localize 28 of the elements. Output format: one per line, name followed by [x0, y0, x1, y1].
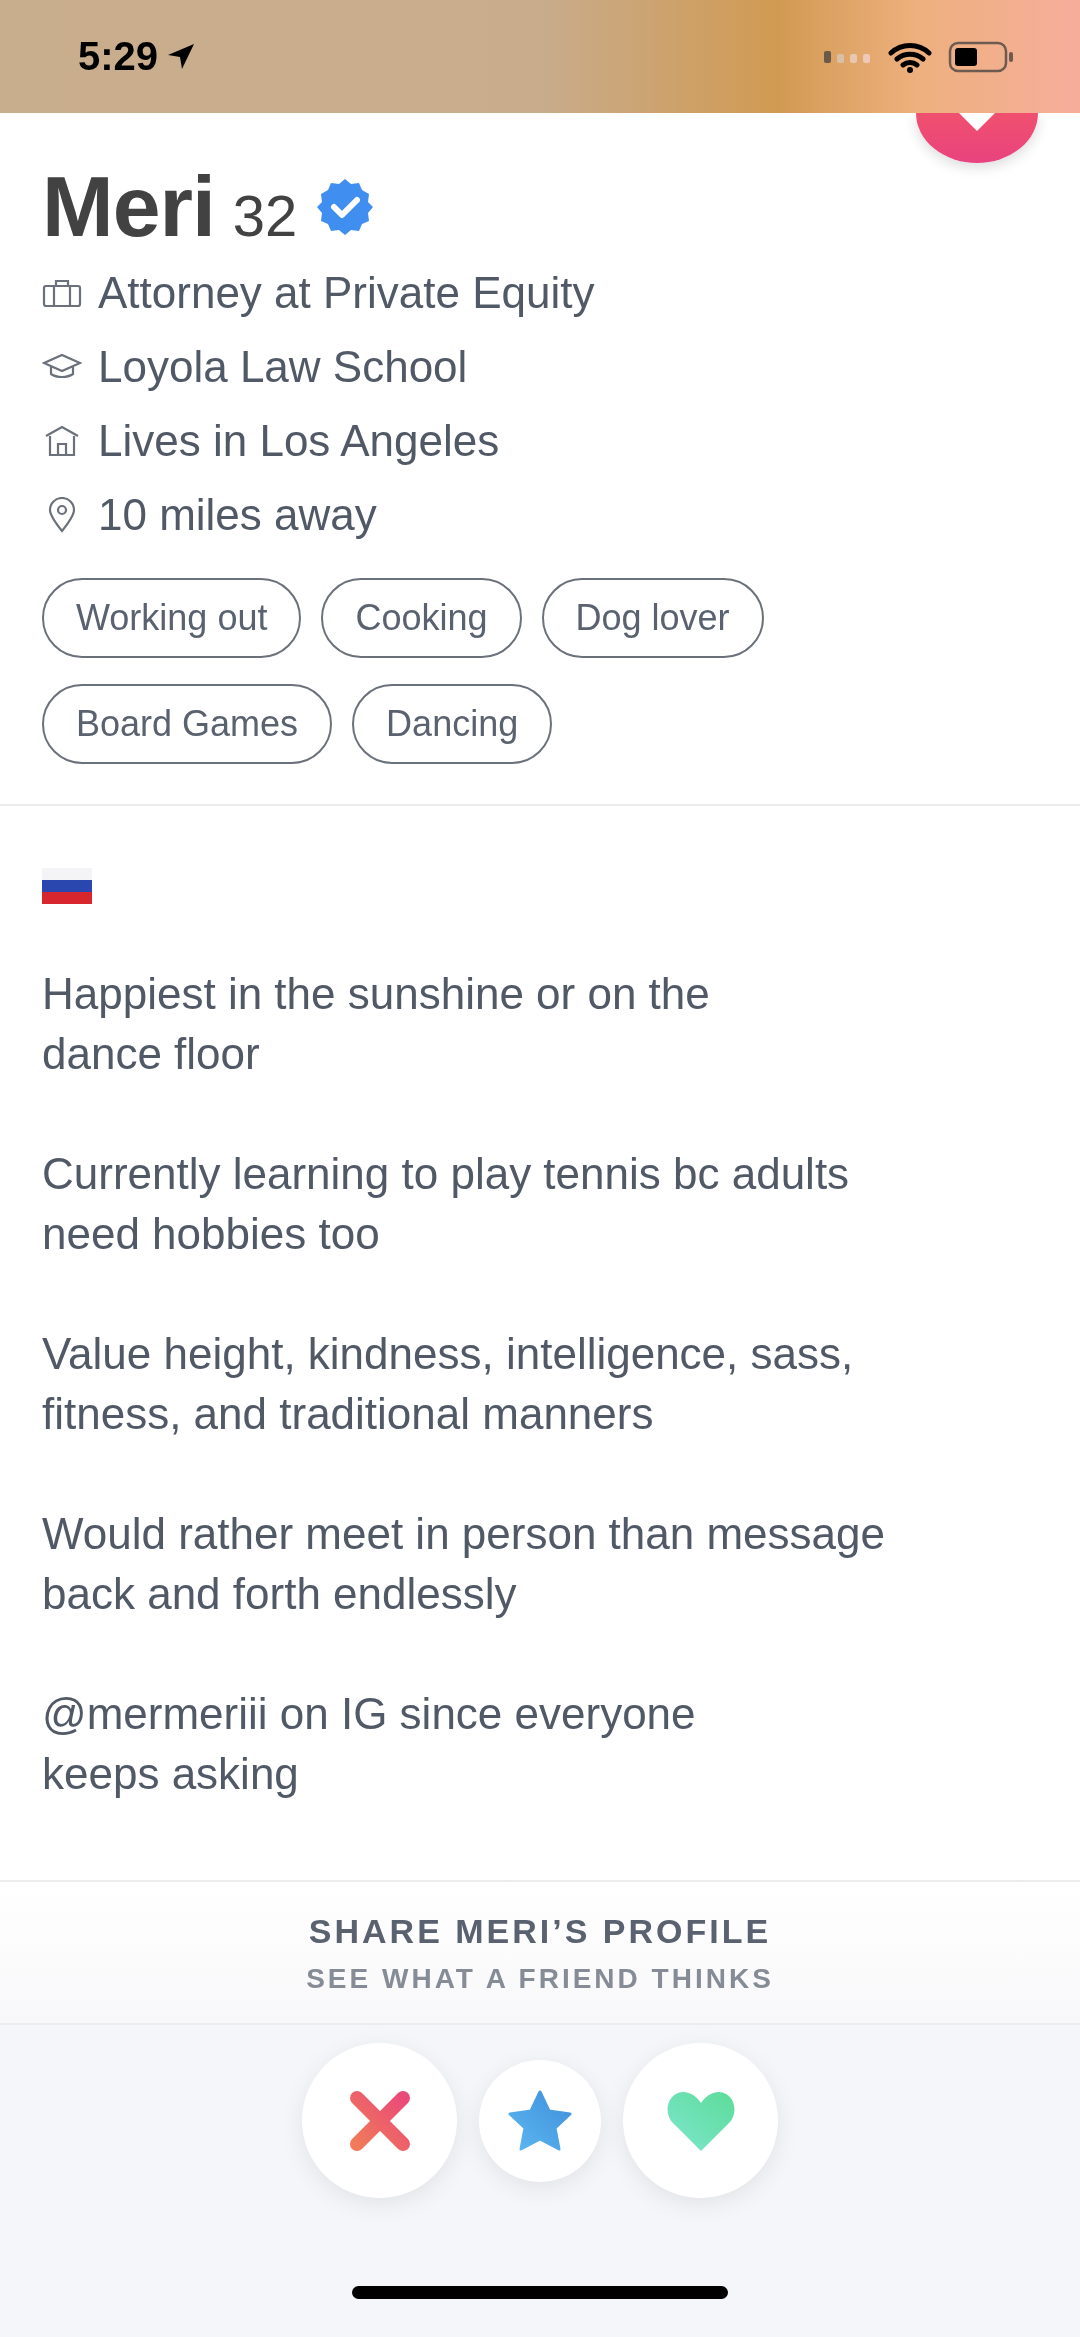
share-profile-link[interactable]: SHARE MERI’S PROFILE: [308, 1912, 772, 1951]
profile-detail: Loyola Law School: [98, 342, 468, 392]
chevron-down-icon: [959, 113, 995, 131]
profile-name: Meri: [42, 157, 215, 256]
interest-tag: Working out: [42, 578, 302, 658]
profile-age: 32: [232, 182, 298, 249]
wifi-icon: [888, 40, 932, 73]
bio-paragraph: @mermeriii on IG since everyone keeps asking: [42, 1688, 697, 1800]
collapse-button[interactable]: [916, 113, 1038, 163]
bio-paragraph: Value height, kindness, intelligence, sass, fitness, and traditional manners: [42, 1328, 855, 1440]
profile-detail: Attorney at Private Equity: [98, 268, 595, 318]
status-time: 5:29: [78, 34, 197, 79]
flag-icon: [42, 868, 92, 904]
share-subtitle: SEE WHAT A FRIEND THINKS: [306, 1963, 774, 1995]
profile-detail: Lives in Los Angeles: [98, 416, 500, 466]
bio-paragraph: Happiest in the sunshine or on the dance floor: [42, 968, 711, 1080]
interest-tag: Board Games: [42, 684, 333, 764]
bio-paragraph: Would rather meet in person than message back and forth endlessly: [42, 1508, 886, 1620]
interest-tag: Dancing: [352, 684, 553, 764]
interest-tag: Cooking: [321, 578, 522, 658]
signal-icon: [824, 49, 872, 64]
star-icon: [507, 2089, 573, 2152]
close-icon: [348, 2089, 411, 2152]
profile-detail: 10 miles away: [98, 490, 377, 540]
bio-paragraph: Currently learning to play tennis bc adults need hobbies too: [42, 1148, 851, 1260]
briefcase-icon: [42, 278, 82, 308]
interest-tag: Dog lover: [541, 578, 764, 658]
battery-icon: [948, 40, 1014, 73]
